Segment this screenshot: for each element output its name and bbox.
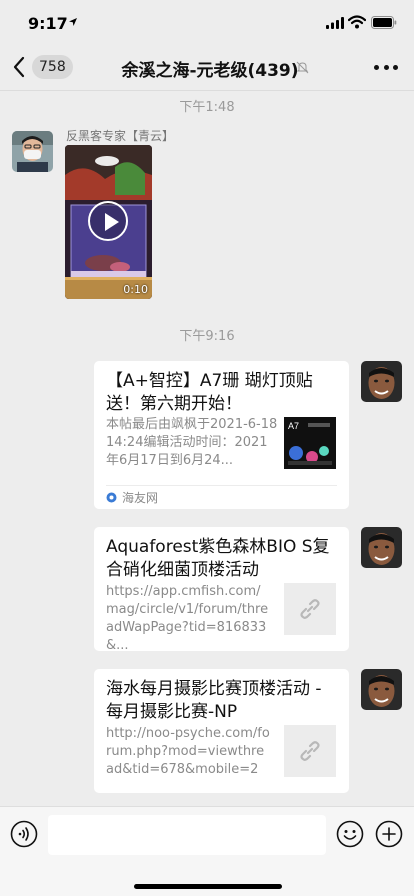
self-avatar[interactable]	[361, 527, 402, 568]
card-divider	[106, 485, 337, 486]
link-card-description: https://app.cmfish.com/mag/circle/v1/for…	[106, 584, 269, 653]
link-card-title: Aquaforest紫色森林BIO S复合硝化细菌顶楼活动	[106, 537, 330, 580]
self-avatar[interactable]	[361, 669, 402, 710]
plus-icon[interactable]	[375, 820, 403, 848]
battery-icon	[371, 16, 397, 29]
back-button[interactable]: 758	[12, 54, 74, 80]
link-card-description: 本帖最后由飒枫于2021-6-1814:24编辑活动时间：2021年6月17日到…	[106, 417, 278, 468]
link-card-thumbnail	[284, 583, 336, 635]
self-avatar[interactable]	[361, 361, 402, 402]
emoji-icon[interactable]	[336, 820, 364, 848]
wifi-icon	[348, 15, 366, 29]
play-icon[interactable]	[88, 201, 128, 241]
message-input[interactable]	[48, 815, 326, 855]
sender-name: 反黑客专家【青云】	[66, 129, 175, 143]
video-duration: 0:10	[123, 283, 148, 296]
message-input-bar	[0, 806, 414, 896]
message-timestamp: 下午1:48	[179, 100, 235, 115]
mute-bell-icon	[296, 61, 309, 74]
cellular-signal-icon	[326, 17, 344, 29]
dot-icon	[393, 64, 398, 70]
chevron-left-icon	[13, 56, 25, 78]
link-card-title: 【A+智控】A7珊 瑚灯顶贴送！第六期开始！	[106, 371, 313, 414]
source-name: 海友网	[122, 491, 159, 505]
link-card[interactable]: Aquaforest紫色森林BIO S复合硝化细菌顶楼活动 https://ap…	[94, 527, 349, 653]
chat-title: 余溪之海-元老级(439)	[121, 61, 299, 81]
link-card-title: 海水每月摄影比赛顶楼活动 - 每月摄影比赛-NP	[106, 679, 322, 722]
location-arrow-icon	[69, 18, 77, 26]
link-card[interactable]: 【A+智控】A7珊 瑚灯顶贴送！第六期开始！ 本帖最后由飒枫于2021-6-18…	[94, 361, 349, 509]
link-icon	[300, 741, 320, 761]
link-card-description: http://noo-psyche.com/forum.php?mod=view…	[106, 726, 270, 777]
header-divider	[0, 90, 414, 91]
link-icon	[300, 599, 320, 619]
unread-count-badge: 758	[32, 55, 73, 79]
video-message[interactable]: 0:10	[65, 145, 152, 299]
status-time: 9:17	[28, 14, 68, 33]
message-timestamp: 下午9:16	[179, 329, 235, 344]
home-indicator	[134, 884, 282, 889]
source-logo-icon	[106, 492, 117, 503]
link-card-thumbnail: A7	[284, 417, 336, 469]
more-options-button[interactable]	[374, 57, 398, 77]
status-bar: 9:17	[0, 0, 414, 44]
thumbnail-text: A7	[288, 421, 299, 431]
dot-icon	[383, 64, 389, 70]
link-card-source: 海友网	[106, 489, 158, 506]
link-card[interactable]: 海水每月摄影比赛顶楼活动 - 每月摄影比赛-NP http://noo-psyc…	[94, 669, 349, 793]
dot-icon	[374, 64, 379, 70]
sender-avatar[interactable]	[12, 131, 53, 172]
link-card-thumbnail	[284, 725, 336, 777]
voice-input-icon[interactable]	[10, 820, 38, 848]
chat-header: 758 余溪之海-元老级(439)	[0, 44, 414, 90]
